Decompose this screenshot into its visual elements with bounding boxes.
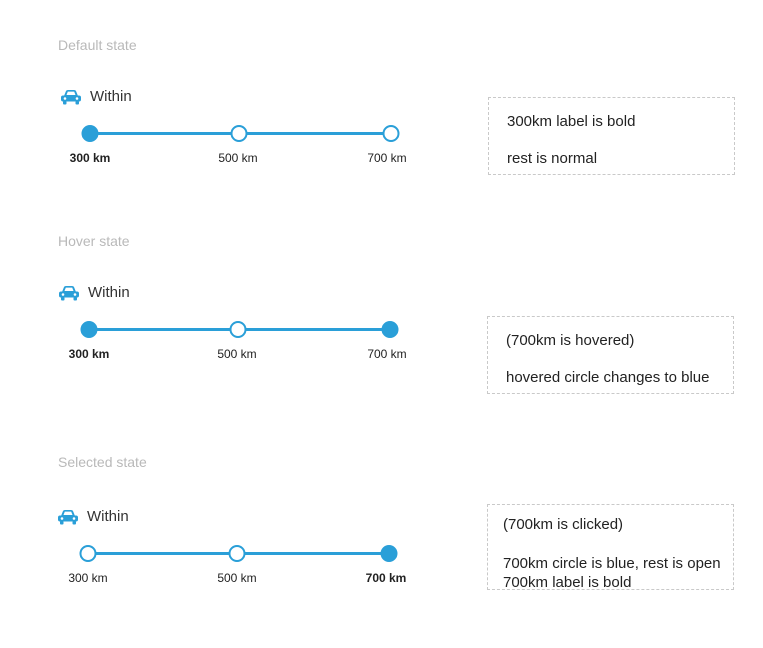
- slider-knob-300[interactable]: [81, 125, 99, 142]
- tick-label-700[interactable]: 700 km: [367, 151, 406, 165]
- note-box-hover: (700km is hovered) hovered circle change…: [487, 316, 734, 394]
- car-icon: [61, 89, 81, 104]
- distance-slider-hover[interactable]: 300 km 500 km 700 km: [59, 321, 407, 369]
- tick-label-300[interactable]: 300 km: [70, 151, 111, 165]
- note-line: (700km is hovered): [506, 332, 635, 349]
- tick-label-500[interactable]: 500 km: [217, 571, 256, 585]
- within-label: Within: [87, 508, 129, 525]
- note-box-selected: (700km is clicked) 700km circle is blue,…: [487, 504, 734, 591]
- within-row-hover: Within: [58, 284, 130, 301]
- within-row-selected: Within: [57, 508, 129, 525]
- slider-knob-700[interactable]: [381, 321, 399, 338]
- tick-label-700[interactable]: 700 km: [366, 571, 407, 585]
- note-line: 700km label is bold: [503, 574, 632, 591]
- slider-knob-500[interactable]: [229, 321, 247, 338]
- tick-label-500[interactable]: 500 km: [218, 151, 257, 165]
- car-icon: [58, 509, 78, 524]
- state-title-selected: Selected state: [58, 454, 147, 470]
- slider-knob-300[interactable]: [80, 321, 98, 338]
- tick-label-700[interactable]: 700 km: [367, 347, 406, 361]
- slider-knob-500[interactable]: [228, 545, 246, 562]
- note-line: 300km label is bold: [507, 113, 636, 130]
- note-line: hovered circle changes to blue: [506, 369, 710, 386]
- note-line: (700km is clicked): [503, 516, 624, 533]
- state-title-default: Default state: [58, 37, 137, 53]
- note-box-default: 300km label is bold rest is normal: [488, 97, 735, 175]
- slider-knob-700[interactable]: [382, 125, 400, 142]
- state-title-hover: Hover state: [58, 233, 130, 249]
- within-label: Within: [90, 88, 132, 105]
- distance-slider-selected[interactable]: 300 km 500 km 700 km: [58, 545, 406, 593]
- note-line: rest is normal: [507, 150, 598, 167]
- slider-knob-700[interactable]: [380, 545, 398, 562]
- tick-label-300[interactable]: 300 km: [68, 571, 107, 585]
- note-line: 700km circle is blue, rest is open: [503, 555, 721, 572]
- tick-label-500[interactable]: 500 km: [217, 347, 256, 361]
- distance-slider-default[interactable]: 300 km 500 km 700 km: [60, 125, 407, 173]
- slider-knob-300[interactable]: [79, 545, 97, 562]
- tick-label-300[interactable]: 300 km: [69, 347, 110, 361]
- slider-knob-500[interactable]: [230, 125, 248, 142]
- within-row-default: Within: [60, 88, 132, 105]
- car-icon: [59, 285, 79, 300]
- within-label: Within: [88, 284, 130, 301]
